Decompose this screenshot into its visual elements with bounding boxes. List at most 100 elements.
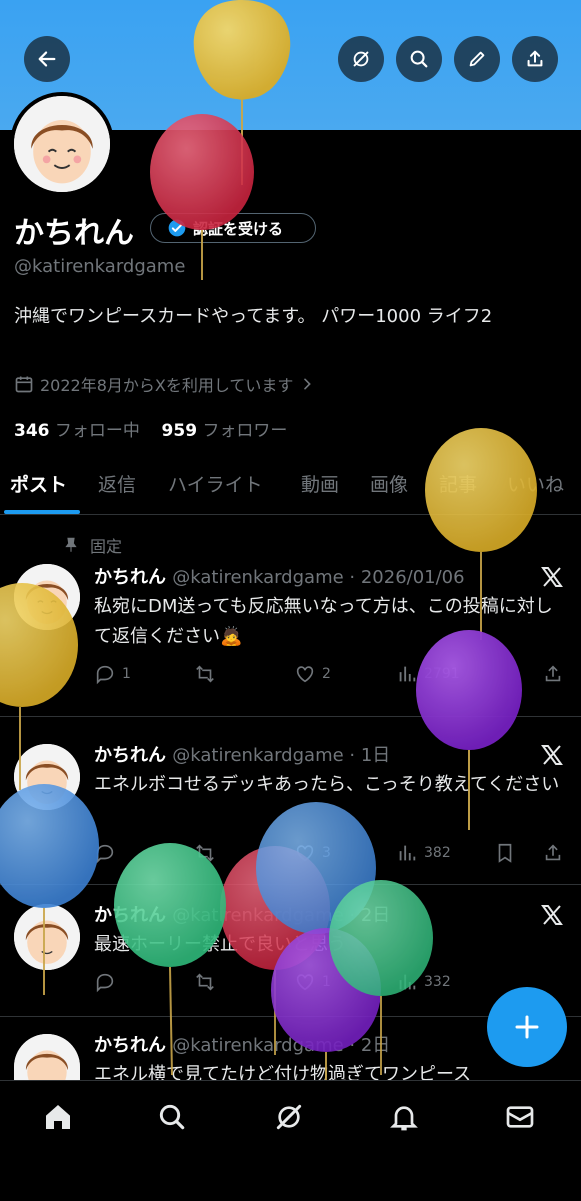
like-button[interactable]: 1	[294, 971, 331, 993]
tweet-actions: 1 332	[94, 971, 564, 999]
repost-button[interactable]	[194, 663, 216, 685]
following-count: 346	[14, 421, 50, 441]
verified-badge-icon	[168, 219, 186, 237]
joined-date[interactable]: 2022年8月からXを利用しています	[14, 372, 315, 396]
calendar-icon	[15, 376, 33, 393]
grok-button[interactable]	[338, 36, 384, 82]
tab-likes[interactable]: いいね	[507, 470, 564, 497]
tweet-author: かちれん @katirenkardgame · 2日	[94, 901, 390, 927]
profile-handle: @katirenkardgame	[14, 256, 186, 277]
share-icon	[545, 844, 561, 861]
view-count: 2791	[424, 666, 460, 682]
repost-button[interactable]	[194, 971, 216, 993]
following-label: フォロー中	[54, 421, 140, 441]
tweet-author: かちれん @katirenkardgame · 2日	[94, 1031, 390, 1057]
avatar-face-icon	[14, 564, 80, 630]
x-logo-icon[interactable]	[540, 903, 564, 927]
following-link[interactable]: 346 フォロー中	[14, 421, 140, 441]
get-verified-label: 認証を受ける	[193, 219, 284, 238]
compose-button[interactable]	[487, 987, 567, 1067]
views-icon	[399, 845, 416, 861]
author-name: かちれん	[94, 567, 166, 588]
view-count: 332	[424, 974, 451, 990]
search-button[interactable]	[396, 36, 442, 82]
tweet-avatar[interactable]	[14, 904, 80, 970]
author-meta: @katirenkardgame · 2026/01/06	[172, 567, 465, 588]
bookmark-icon	[498, 843, 512, 863]
avatar-face-icon	[14, 1034, 80, 1080]
pinned-indicator: 固定	[62, 533, 122, 557]
edit-button[interactable]	[454, 36, 500, 82]
tweet-actions: 3 382	[94, 842, 564, 870]
view-count: 382	[424, 845, 451, 861]
home-icon[interactable]	[42, 1101, 74, 1133]
pinned-label: 固定	[90, 537, 123, 556]
tweet-avatar[interactable]	[14, 744, 80, 810]
x-logo-icon[interactable]	[540, 743, 564, 767]
views-button[interactable]: 2791	[396, 663, 460, 685]
grok-icon	[353, 51, 369, 67]
repost-button[interactable]	[194, 842, 216, 864]
get-verified-button[interactable]: 認証を受ける	[150, 213, 316, 243]
author-meta: @katirenkardgame · 1日	[172, 745, 391, 766]
repost-icon	[196, 844, 214, 862]
bell-icon[interactable]	[388, 1101, 420, 1133]
reply-button[interactable]: 1	[94, 663, 131, 685]
heart-icon	[296, 666, 314, 683]
grok-icon[interactable]	[273, 1101, 305, 1133]
author-meta: @katirenkardgame · 2日	[172, 905, 391, 926]
reply-button[interactable]	[94, 971, 116, 993]
views-button[interactable]: 332	[396, 971, 451, 993]
reply-icon	[96, 844, 114, 864]
mail-icon[interactable]	[504, 1101, 536, 1133]
like-count: 2	[322, 666, 331, 682]
views-icon	[399, 666, 416, 682]
follow-stats: 346 フォロー中 959 フォロワー	[14, 416, 287, 441]
like-count: 3	[322, 845, 331, 861]
author-name: かちれん	[94, 905, 166, 926]
tab-articles[interactable]: 記事	[439, 470, 477, 497]
share-button[interactable]	[512, 36, 558, 82]
share-tweet-button[interactable]	[542, 842, 564, 864]
tweet-text: 私宛にDM送っても反応無いなって方は、この投稿に対して返信ください🙇	[94, 596, 553, 647]
repost-icon	[196, 665, 214, 683]
author-meta: @katirenkardgame · 2日	[172, 1035, 391, 1056]
like-button[interactable]: 2	[294, 663, 331, 685]
profile-tabs: ポスト 返信 ハイライト 動画 画像 記事 いいね	[0, 462, 581, 515]
share-icon	[527, 50, 543, 67]
heart-icon	[296, 974, 314, 991]
avatar-face-icon	[14, 744, 80, 810]
views-button[interactable]: 382	[396, 842, 451, 864]
repost-icon	[196, 973, 214, 991]
back-arrow-icon	[38, 51, 56, 67]
share-tweet-button[interactable]	[542, 663, 564, 685]
plus-icon	[515, 1015, 539, 1039]
tweet-avatar[interactable]	[14, 1034, 80, 1080]
tab-posts[interactable]: ポスト	[10, 470, 67, 497]
divider	[0, 884, 581, 885]
tweet-avatar[interactable]	[14, 564, 80, 630]
reply-icon	[96, 665, 114, 685]
reply-button[interactable]	[94, 842, 116, 864]
search-icon	[410, 50, 428, 68]
tab-highlights[interactable]: ハイライト	[168, 470, 263, 497]
like-button[interactable]: 3	[294, 842, 331, 864]
tab-images[interactable]: 画像	[370, 470, 408, 497]
bookmark-button[interactable]	[494, 842, 516, 864]
search-icon[interactable]	[156, 1101, 188, 1133]
tweet-text: エネル横で見てたけど付け物過ぎてワンピース	[94, 1064, 472, 1080]
author-name: かちれん	[94, 745, 166, 766]
followers-label: フォロワー	[202, 421, 288, 441]
pencil-icon	[469, 51, 485, 67]
followers-count: 959	[161, 421, 198, 441]
followers-link[interactable]: 959 フォロワー	[162, 421, 288, 441]
tab-replies[interactable]: 返信	[98, 470, 136, 497]
views-icon	[399, 974, 416, 990]
back-button[interactable]	[24, 36, 70, 82]
share-icon	[545, 665, 561, 682]
tab-videos[interactable]: 動画	[301, 470, 339, 497]
pin-icon	[65, 537, 77, 552]
x-logo-icon[interactable]	[540, 565, 564, 589]
profile-avatar[interactable]	[10, 92, 114, 196]
profile-name: かちれん	[14, 216, 134, 251]
